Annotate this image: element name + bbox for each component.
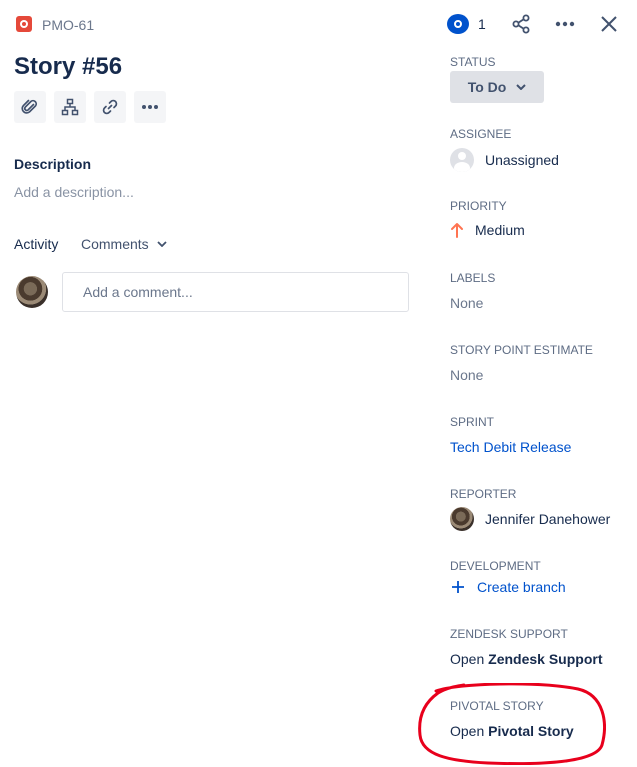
story-points-value[interactable]: None	[450, 367, 483, 383]
activity-filter-label: Comments	[81, 236, 149, 252]
chevron-down-icon	[516, 84, 527, 90]
sprint-label: SPRINT	[450, 415, 495, 429]
share-button[interactable]	[509, 12, 533, 36]
development-label: DEVELOPMENT	[450, 559, 541, 573]
status-value: To Do	[467, 79, 507, 95]
open-zendesk-prefix: Open	[450, 651, 489, 667]
more-actions-button[interactable]	[553, 12, 577, 36]
watch-button[interactable]: 1	[447, 14, 486, 34]
labels-value[interactable]: None	[450, 295, 483, 311]
link-issue-button[interactable]	[94, 91, 126, 123]
priority-value: Medium	[475, 222, 525, 238]
more-tools-button[interactable]	[134, 91, 166, 123]
open-zendesk-link[interactable]: Open Zendesk Support	[450, 651, 603, 667]
close-button[interactable]	[597, 12, 621, 36]
create-branch-label: Create branch	[477, 579, 566, 595]
story-points-label: STORY POINT ESTIMATE	[450, 343, 593, 357]
description-heading: Description	[14, 156, 92, 172]
labels-label: LABELS	[450, 271, 496, 285]
description-field[interactable]: Add a description...	[14, 184, 134, 200]
create-branch-button[interactable]: Create branch	[452, 579, 566, 595]
bug-icon	[16, 16, 32, 32]
status-dropdown[interactable]: To Do	[450, 71, 544, 103]
sprint-link[interactable]: Tech Debit Release	[450, 439, 571, 455]
avatar	[16, 276, 48, 308]
chevron-down-icon	[157, 241, 167, 247]
hierarchy-icon	[61, 98, 79, 116]
unassigned-avatar-icon	[450, 148, 474, 172]
annotation-circle	[418, 683, 606, 765]
issue-key-link[interactable]: PMO-61	[42, 16, 94, 34]
issue-title[interactable]: Story #56	[14, 52, 122, 82]
attach-button[interactable]	[14, 91, 46, 123]
comment-input[interactable]: Add a comment...	[62, 272, 409, 312]
link-icon	[102, 99, 118, 115]
attachment-icon	[21, 99, 38, 114]
eye-icon	[447, 14, 469, 34]
assignee-label: ASSIGNEE	[450, 127, 512, 141]
close-icon	[601, 16, 617, 32]
assignee-value: Unassigned	[485, 152, 559, 168]
watchers-count: 1	[478, 16, 486, 32]
share-icon	[512, 14, 530, 34]
arrow-up-icon	[451, 223, 463, 238]
priority-label: PRIORITY	[450, 199, 507, 213]
activity-filter-select[interactable]: Comments	[81, 236, 167, 252]
zendesk-name: Zendesk Support	[488, 651, 603, 667]
zendesk-label: ZENDESK SUPPORT	[450, 627, 568, 641]
assignee-field[interactable]: Unassigned	[450, 148, 559, 172]
more-icon	[555, 21, 575, 27]
status-label: STATUS	[450, 55, 496, 69]
reporter-field[interactable]: Jennifer Danehower	[450, 507, 610, 531]
child-issue-button[interactable]	[54, 91, 86, 123]
reporter-value: Jennifer Danehower	[485, 511, 611, 527]
reporter-avatar	[450, 507, 474, 531]
plus-icon	[452, 581, 464, 593]
activity-label: Activity	[14, 236, 59, 252]
priority-field[interactable]: Medium	[450, 222, 525, 238]
reporter-label: REPORTER	[450, 487, 517, 501]
more-icon	[142, 105, 158, 109]
